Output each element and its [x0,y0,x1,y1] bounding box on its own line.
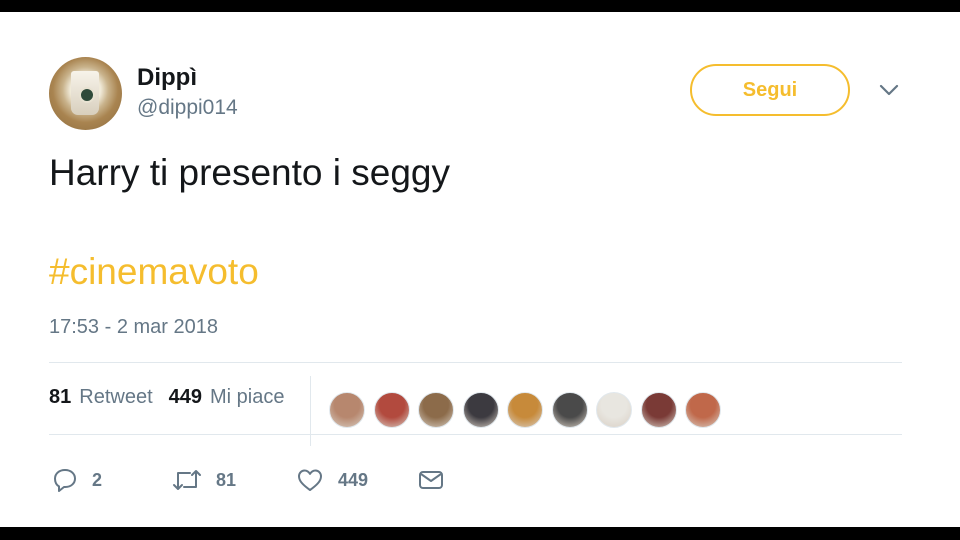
tweet-text: Harry ti presento i seggy [49,152,451,193]
reply-button[interactable]: 2 [52,467,102,493]
reply-count: 2 [92,469,103,490]
retweet-icon [173,470,201,490]
divider [49,434,902,435]
like-count[interactable]: 449 [169,386,202,409]
direct-message-button[interactable] [418,469,444,491]
retweet-button[interactable]: 81 [172,467,236,493]
hashtag-link[interactable]: #cinemavoto [49,251,259,293]
liker-avatar[interactable] [462,392,499,428]
like-label[interactable]: Mi piace [210,386,284,409]
liker-avatar[interactable] [418,392,454,428]
tweet-timestamp[interactable]: 17:53 - 2 mar 2018 [49,316,218,339]
liker-avatars [329,392,730,428]
liker-avatar[interactable] [640,392,677,428]
liker-avatar[interactable] [373,392,410,428]
envelope-icon [419,471,443,489]
retweet-action-count: 81 [216,469,237,490]
avatar[interactable] [49,57,122,130]
liker-avatar[interactable] [685,392,721,428]
divider [310,376,311,446]
liker-avatar[interactable] [507,392,543,428]
chevron-down-icon[interactable] [876,80,902,100]
reply-icon [54,469,76,492]
retweet-label[interactable]: Retweet [79,386,152,409]
tweet-card: Dippì @dippi014 Segui Harry ti presento … [0,12,960,527]
user-name[interactable]: Dippì [137,64,197,92]
avatar-image [71,71,99,115]
engagement-stats: 81 Retweet 449 Mi piace [49,386,300,409]
liker-avatar[interactable] [329,392,365,428]
user-handle[interactable]: @dippi014 [137,96,238,120]
liker-avatar[interactable] [596,392,632,428]
divider [49,362,902,363]
heart-icon [298,469,322,491]
liker-avatar[interactable] [551,392,588,428]
like-action-count: 449 [338,469,369,490]
follow-button[interactable]: Segui [690,64,850,116]
retweet-count[interactable]: 81 [49,386,71,409]
like-button[interactable]: 449 [296,467,368,493]
